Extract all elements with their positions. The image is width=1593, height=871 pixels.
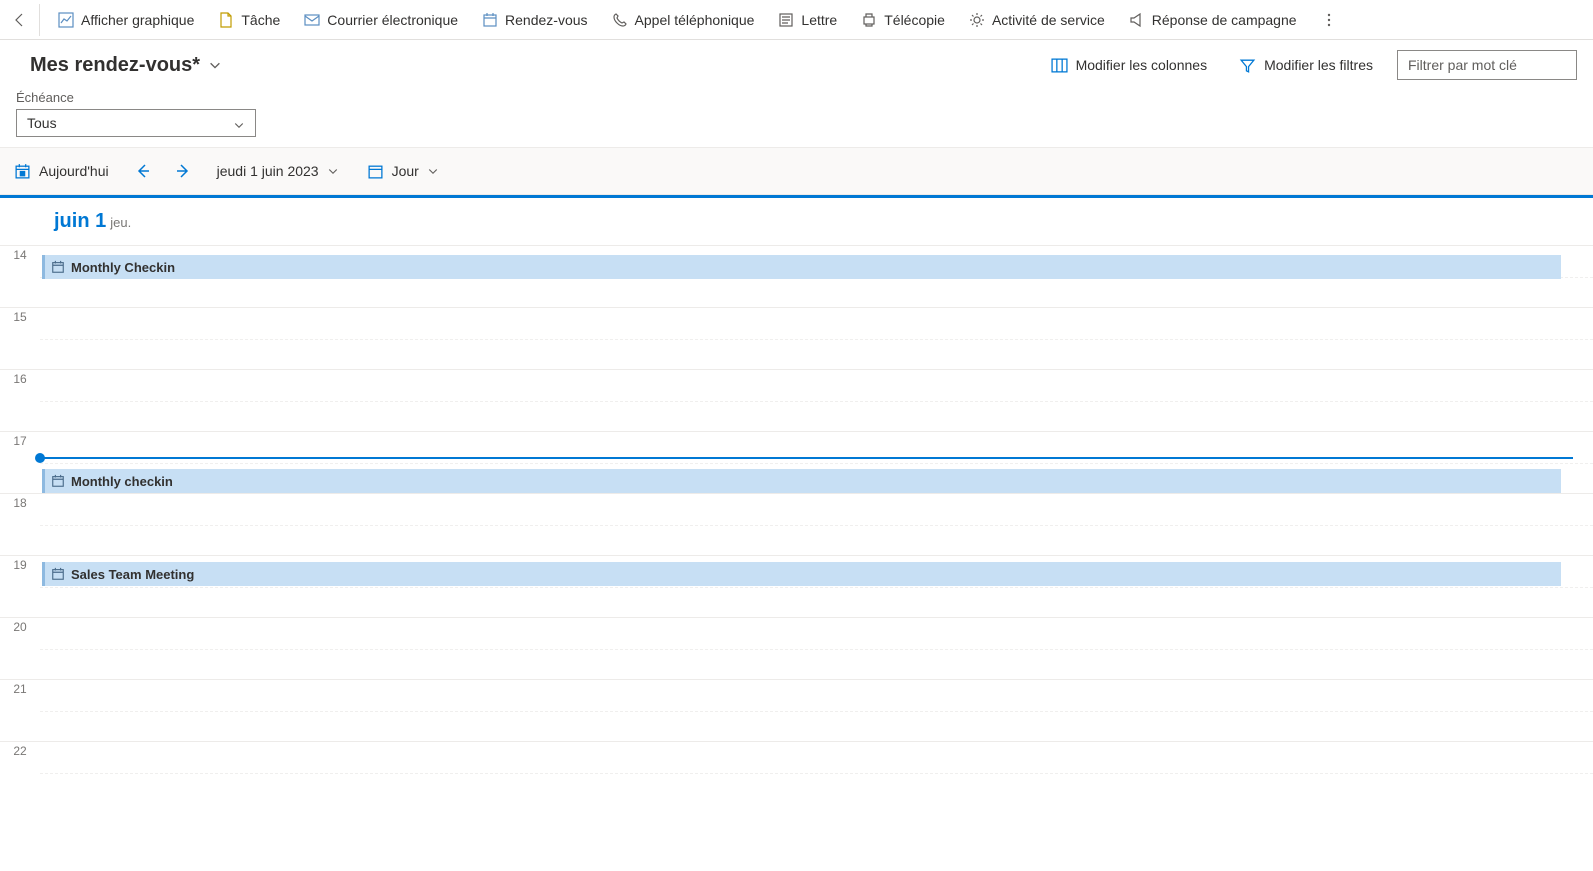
toolbar-label: Appel téléphonique [635,12,755,28]
current-date: jeudi 1 juin 2023 [217,163,319,179]
hour-label: 22 [0,742,40,803]
toolbar-label: Courrier électronique [327,12,458,28]
edit-columns-button[interactable]: Modifier les colonnes [1043,53,1216,78]
chevron-down-icon [327,165,339,177]
keyword-filter-input[interactable] [1397,50,1577,80]
calendar-icon [51,474,65,488]
hour-label: 19 [0,556,40,617]
service-icon [969,12,985,28]
hours-grid: 141516171819202122 Monthly Checkin Monthly… [0,245,1593,803]
toolbar-label: Télécopie [884,12,945,28]
event-title: Monthly checkin [71,474,173,489]
hour-label: 20 [0,618,40,679]
toolbar-lettre[interactable]: Lettre [768,6,847,34]
fax-icon [861,12,877,28]
toolbar-label: Rendez-vous [505,12,588,28]
view-mode-picker[interactable]: Jour [361,159,445,184]
toolbar-label: Afficher graphique [81,12,194,28]
toolbar-activite-service[interactable]: Activité de service [959,6,1115,34]
toolbar-rendezvous[interactable]: Rendez-vous [472,6,598,34]
toolbar-label: Activité de service [992,12,1105,28]
prev-day-button[interactable] [131,159,155,183]
columns-icon [1051,57,1068,74]
calendar-icon [482,12,498,28]
letter-icon [778,12,794,28]
hour-row[interactable]: 15 [0,307,1593,369]
chevron-down-icon [208,58,222,72]
toolbar-reponse-campagne[interactable]: Réponse de campagne [1119,6,1307,34]
today-label: Aujourd'hui [39,163,109,179]
echeance-label: Échéance [16,90,1577,105]
hour-row[interactable]: 16 [0,369,1593,431]
toolbar-appel[interactable]: Appel téléphonique [602,6,765,34]
day-weekday: jeu. [110,215,131,230]
calendar-navigation: Aujourd'hui jeudi 1 juin 2023 Jour [0,147,1593,195]
email-icon [304,12,320,28]
calendar-event[interactable]: Monthly checkin [42,469,1561,493]
today-button[interactable]: Aujourd'hui [8,159,115,184]
filter-section: Échéance Tous [0,84,1593,147]
toolbar-courrier[interactable]: Courrier électronique [294,6,468,34]
edit-columns-label: Modifier les colonnes [1076,57,1208,73]
back-button[interactable] [8,4,40,36]
day-header: juin 1 jeu. [0,195,1593,245]
hour-row[interactable]: 20 [0,617,1593,679]
calendar-event[interactable]: Sales Team Meeting [42,562,1561,586]
hour-label: 18 [0,494,40,555]
more-button[interactable] [1311,6,1347,34]
hour-row[interactable]: 22 [0,741,1593,803]
toolbar-label: Tâche [241,12,280,28]
chevron-down-icon [233,119,245,131]
task-icon [218,12,234,28]
hour-label: 21 [0,680,40,741]
chart-icon [58,12,74,28]
toolbar-telecopie[interactable]: Télécopie [851,6,955,34]
edit-filters-button[interactable]: Modifier les filtres [1231,53,1381,78]
edit-filters-label: Modifier les filtres [1264,57,1373,73]
current-time-dot [35,453,45,463]
event-title: Monthly Checkin [71,260,175,275]
calendar-view[interactable]: juin 1 jeu. 141516171819202122 Monthly Che… [0,195,1593,856]
current-time-indicator [40,457,1573,459]
calendar-today-icon [14,163,31,180]
hour-label: 16 [0,370,40,431]
view-selector[interactable]: Mes rendez-vous* [30,54,222,77]
phone-icon [612,12,628,28]
toolbar-label: Réponse de campagne [1152,12,1297,28]
event-title: Sales Team Meeting [71,567,194,582]
calendar-event[interactable]: Monthly Checkin [42,255,1561,279]
arrow-left-icon [12,12,28,28]
day-title: juin 1 [54,210,106,232]
hour-label: 17 [0,432,40,493]
echeance-value: Tous [27,115,57,131]
toolbar-label: Lettre [801,12,837,28]
hour-row[interactable]: 18 [0,493,1593,555]
echeance-select[interactable]: Tous [16,109,256,137]
date-picker[interactable]: jeudi 1 juin 2023 [211,159,345,183]
filter-icon [1239,57,1256,74]
toolbar-afficher-graphique[interactable]: Afficher graphique [48,6,204,34]
header: Mes rendez-vous* Modifier les colonnes M… [0,40,1593,84]
calendar-icon [51,567,65,581]
chevron-down-icon [427,165,439,177]
calendar-icon [367,163,384,180]
more-vertical-icon [1321,12,1337,28]
hour-label: 14 [0,246,40,307]
toolbar: Afficher graphique Tâche Courrier électr… [0,0,1593,40]
campaign-icon [1129,12,1145,28]
next-day-button[interactable] [171,159,195,183]
arrow-right-icon [175,163,191,179]
hour-row[interactable]: 21 [0,679,1593,741]
view-mode-label: Jour [392,163,419,179]
view-title-text: Mes rendez-vous* [30,54,200,77]
hour-label: 15 [0,308,40,369]
calendar-icon [51,260,65,274]
toolbar-tache[interactable]: Tâche [208,6,290,34]
arrow-left-icon [135,163,151,179]
